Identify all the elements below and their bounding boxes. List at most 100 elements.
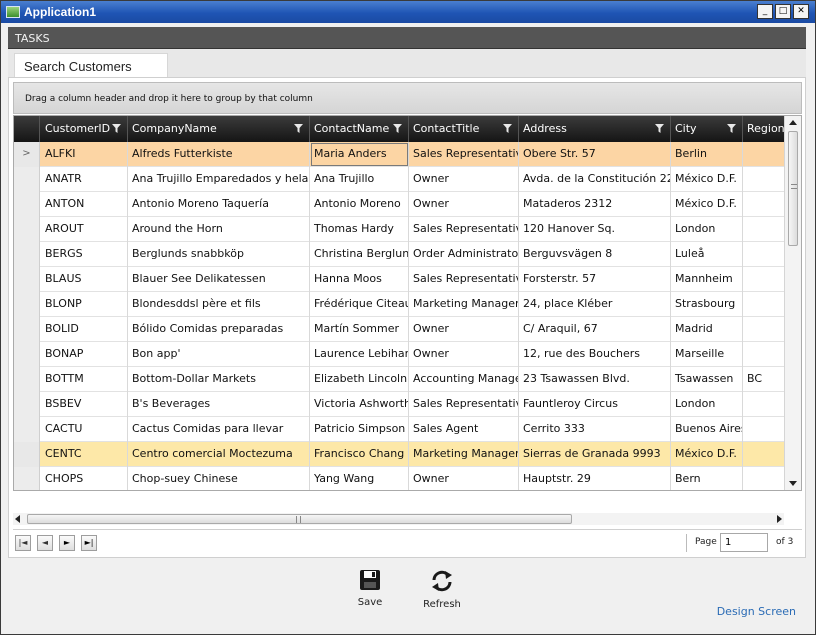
row-header[interactable] [14,317,40,342]
table-cell[interactable]: ALFKI [41,142,128,167]
tab-search-customers[interactable]: Search Customers [14,53,168,77]
table-cell[interactable]: Bon app' [128,342,310,367]
table-cell[interactable]: 120 Hanover Sq. [519,217,671,242]
table-cell[interactable]: B's Beverages [128,392,310,417]
table-cell[interactable] [743,217,787,242]
table-cell[interactable]: Victoria Ashworth [310,392,409,417]
row-header[interactable] [14,192,40,217]
table-cell[interactable]: Martín Sommer [310,317,409,342]
table-row[interactable]: BONAP Bon app' Laurence Lebihan Owner 12, ru… [14,342,787,367]
table-row[interactable]: BLONP Blondesddsl père et fils Frédérique … [14,292,787,317]
table-row[interactable]: ANTON Antonio Moreno Taquería Antonio More… [14,192,787,217]
table-cell[interactable]: London [671,392,743,417]
table-cell[interactable]: Centro comercial Moctezuma [128,442,310,467]
table-row[interactable]: AROUT Around the Horn Thomas Hardy Sales Re… [14,217,787,242]
table-cell[interactable]: Blauer See Delikatessen [128,267,310,292]
table-cell[interactable]: México D.F. [671,192,743,217]
group-by-panel[interactable]: Drag a column header and drop it here to… [13,82,802,114]
vertical-scrollbar[interactable] [784,116,801,490]
table-cell[interactable] [743,392,787,417]
scroll-left-icon[interactable] [15,515,20,523]
row-header[interactable]: > [14,142,40,167]
table-cell[interactable] [743,142,787,167]
table-cell[interactable]: 23 Tsawassen Blvd. [519,367,671,392]
table-cell[interactable]: BSBEV [41,392,128,417]
row-header[interactable] [14,417,40,442]
table-cell[interactable]: BC [743,367,787,392]
table-cell[interactable] [743,317,787,342]
row-header[interactable] [14,442,40,467]
table-cell[interactable]: BONAP [41,342,128,367]
table-cell[interactable]: CHOPS [41,467,128,490]
row-header[interactable] [14,467,40,490]
table-cell[interactable]: Sales Representative [409,142,519,167]
table-row[interactable]: ANATR Ana Trujillo Emparedados y helados A… [14,167,787,192]
table-row[interactable]: CHOPS Chop-suey Chinese Yang Wang Owner Haup… [14,467,787,490]
row-header[interactable] [14,292,40,317]
tasks-bar[interactable]: TASKS [8,27,806,49]
table-cell[interactable]: Bern [671,467,743,490]
page-number-input[interactable]: 1 [720,533,768,552]
table-cell[interactable]: Patricio Simpson [310,417,409,442]
table-cell[interactable]: Antonio Moreno [310,192,409,217]
filter-icon[interactable] [503,124,512,133]
row-header[interactable] [14,242,40,267]
table-cell[interactable]: Francisco Chang [310,442,409,467]
table-cell[interactable]: 12, rue des Bouchers [519,342,671,367]
table-cell[interactable]: Elizabeth Lincoln [310,367,409,392]
table-cell[interactable]: Ana Trujillo Emparedados y helados [128,167,310,192]
table-cell[interactable]: Antonio Moreno Taquería [128,192,310,217]
table-cell[interactable]: BERGS [41,242,128,267]
column-header[interactable]: CustomerID [41,116,128,142]
filter-icon[interactable] [393,124,402,133]
first-page-button[interactable]: |◄ [15,535,31,551]
prev-page-button[interactable]: ◄ [37,535,53,551]
table-cell[interactable]: Thomas Hardy [310,217,409,242]
table-cell[interactable]: Mataderos 2312 [519,192,671,217]
scroll-right-icon[interactable] [777,515,782,523]
table-cell[interactable]: México D.F. [671,442,743,467]
vertical-scroll-thumb[interactable] [788,131,798,246]
table-cell[interactable]: Cactus Comidas para llevar [128,417,310,442]
table-cell[interactable]: Forsterstr. 57 [519,267,671,292]
table-cell[interactable]: Marseille [671,342,743,367]
table-row[interactable]: BLAUS Blauer See Delikatessen Hanna Moos Sa… [14,267,787,292]
table-cell[interactable]: Madrid [671,317,743,342]
filter-icon[interactable] [294,124,303,133]
save-button[interactable]: Save [340,569,400,608]
table-cell[interactable] [743,417,787,442]
table-cell[interactable]: Maria Anders [310,142,409,167]
table-cell[interactable]: Alfreds Futterkiste [128,142,310,167]
row-header[interactable] [14,217,40,242]
row-header[interactable] [14,342,40,367]
table-cell[interactable]: C/ Araquil, 67 [519,317,671,342]
table-cell[interactable] [743,442,787,467]
table-cell[interactable]: Blondesddsl père et fils [128,292,310,317]
horizontal-scroll-thumb[interactable] [27,514,572,524]
table-row[interactable]: BERGS Berglunds snabbköp Christina Berglun… [14,242,787,267]
table-cell[interactable] [743,342,787,367]
filter-icon[interactable] [727,124,736,133]
table-cell[interactable]: Sales Agent [409,417,519,442]
next-page-button[interactable]: ► [59,535,75,551]
table-cell[interactable]: London [671,217,743,242]
table-cell[interactable]: Sales Representative [409,267,519,292]
table-cell[interactable]: Luleå [671,242,743,267]
table-cell[interactable]: Owner [409,192,519,217]
scroll-down-icon[interactable] [789,481,797,486]
table-cell[interactable]: México D.F. [671,167,743,192]
table-cell[interactable]: Buenos Aires [671,417,743,442]
table-cell[interactable]: CENTC [41,442,128,467]
table-cell[interactable]: Bottom-Dollar Markets [128,367,310,392]
maximize-button[interactable]: □ [775,4,791,19]
table-row[interactable]: BSBEV B's Beverages Victoria Ashworth Sales… [14,392,787,417]
table-cell[interactable] [743,167,787,192]
table-cell[interactable]: Order Administrator [409,242,519,267]
table-row[interactable]: CACTU Cactus Comidas para llevar Patricio … [14,417,787,442]
table-cell[interactable]: Fauntleroy Circus [519,392,671,417]
table-cell[interactable]: Avda. de la Constitución 2222 [519,167,671,192]
column-header[interactable]: Region [743,116,787,142]
table-cell[interactable]: Hanna Moos [310,267,409,292]
table-cell[interactable]: Sierras de Granada 9993 [519,442,671,467]
tasks-label[interactable]: TASKS [15,32,50,45]
